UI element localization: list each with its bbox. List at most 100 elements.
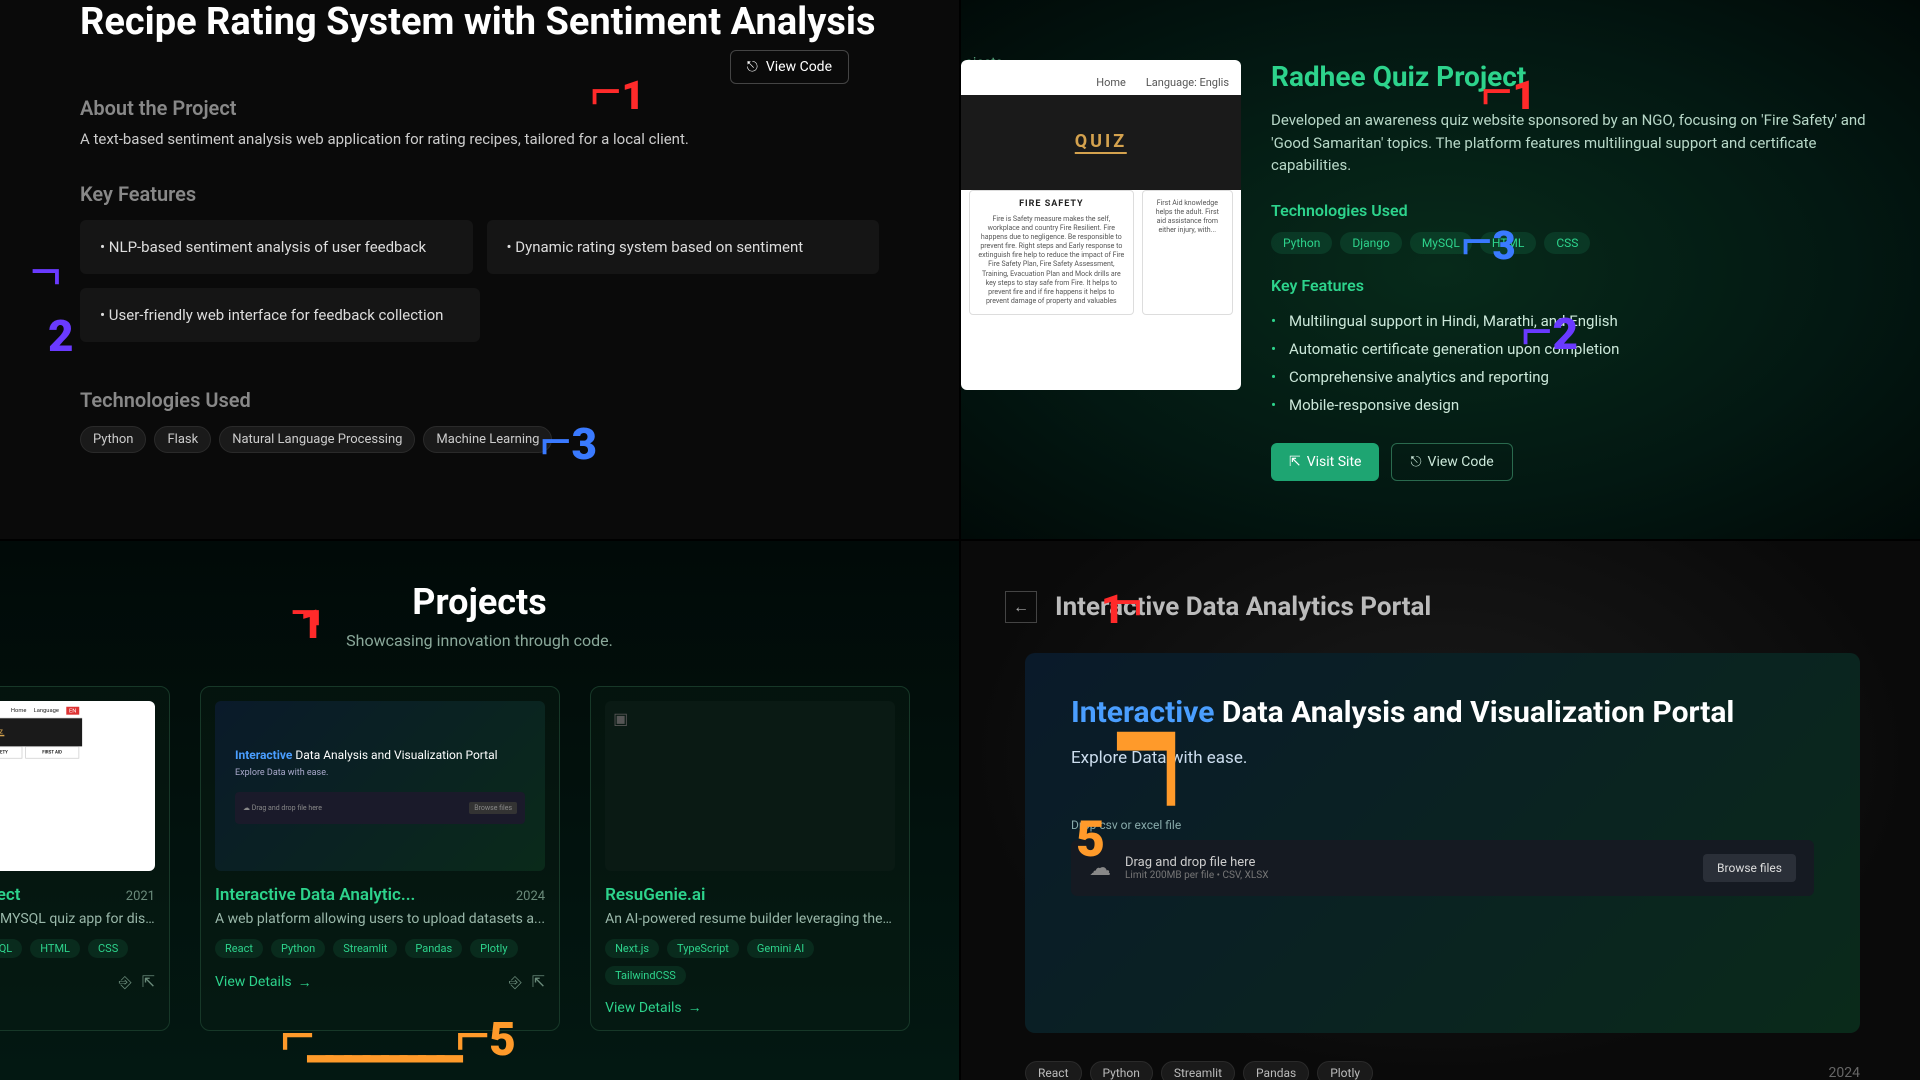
tech-tag: CSS bbox=[88, 939, 128, 958]
cloud-icon: ☁ bbox=[243, 804, 250, 812]
feature-item: User-friendly web interface for feedback… bbox=[80, 288, 480, 342]
tech-tag: CSS bbox=[1544, 232, 1590, 254]
tech-tag: HTML bbox=[1480, 232, 1537, 254]
github-icon[interactable]: ⎆ bbox=[509, 972, 522, 992]
tech-tag: Python bbox=[1090, 1061, 1153, 1080]
visit-site-button[interactable]: ⇱ Visit Site bbox=[1271, 443, 1379, 481]
tech-tag: Pandas bbox=[1243, 1061, 1309, 1080]
drop-main-text: Drag and drop file here bbox=[1125, 855, 1269, 870]
tech-tag: Streamlit bbox=[1161, 1061, 1235, 1080]
tech-tag: MySQL bbox=[0, 939, 22, 958]
project-card[interactable]: ▣ ResuGenie.ai An AI-powered resume buil… bbox=[590, 686, 910, 1031]
thumb-hi: Interactive bbox=[235, 748, 292, 762]
feature-item: Multilingual support in Hindi, Marathi, … bbox=[1271, 307, 1880, 335]
tech-tag: Python bbox=[1271, 232, 1332, 254]
preview-nav-lang: Language: Englis bbox=[1146, 76, 1229, 89]
thumb-rest: Data Analysis and Visualization Portal bbox=[295, 748, 497, 762]
annotation-1-red: ⌐ bbox=[290, 581, 322, 644]
tech-tag: TailwindCSS bbox=[605, 966, 686, 985]
tech-tag: MySQL bbox=[1410, 232, 1472, 254]
hero-highlight: Interactive bbox=[1071, 695, 1214, 730]
github-icon[interactable]: ⎆ bbox=[119, 972, 132, 992]
preview-card-text: First Aid knowledge helps the adult. Fir… bbox=[1151, 199, 1224, 235]
code-icon: ⎋ bbox=[747, 59, 758, 75]
upload-label: Drop csv or excel file bbox=[1071, 818, 1814, 832]
preview-nav-home: Home bbox=[1096, 76, 1126, 89]
card-year: 2021 bbox=[126, 889, 155, 904]
preview-card-firstaid: First Aid knowledge helps the adult. Fir… bbox=[1142, 190, 1233, 315]
preview-card-title: FIRE SAFETY bbox=[978, 199, 1125, 209]
view-code-button[interactable]: ⎋ View Code bbox=[730, 50, 849, 84]
feature-item: Comprehensive analytics and reporting bbox=[1271, 363, 1880, 391]
preview-card-fire: FIRE SAFETY Fire is Safety measure makes… bbox=[969, 190, 1134, 315]
arrow-right-icon: → bbox=[298, 974, 312, 991]
project-preview-image: Home Language: Englis QUIZ FIRE SAFETY F… bbox=[961, 60, 1241, 390]
feature-item: Mobile-responsive design bbox=[1271, 391, 1880, 419]
broken-image-icon: ▣ bbox=[613, 709, 628, 728]
tech-tag: Python bbox=[271, 939, 325, 958]
hero-rest: Data Analysis and Visualization Portal bbox=[1222, 695, 1734, 730]
tech-tag: Plotly bbox=[470, 939, 517, 958]
project-thumb: HomeLanguageEN QUIZ GOOD SAMARITANFIRE S… bbox=[0, 701, 155, 871]
tech-tag: React bbox=[215, 939, 263, 958]
project-description: Developed an awareness quiz website spon… bbox=[1271, 109, 1880, 177]
tech-tag: Flask bbox=[154, 426, 211, 453]
key-features-heading: Key Features bbox=[1271, 276, 1880, 295]
cloud-upload-icon: ☁ bbox=[1089, 856, 1111, 881]
tech-tag: Pandas bbox=[405, 939, 462, 958]
feature-item: Automatic certificate generation upon co… bbox=[1271, 335, 1880, 363]
about-text: A text-based sentiment analysis web appl… bbox=[80, 130, 879, 148]
tech-tag: Gemini AI bbox=[747, 939, 814, 958]
annotation-2-purple-num: 2 bbox=[48, 310, 74, 362]
about-heading: About the Project bbox=[80, 96, 879, 120]
tech-tag: Next.js bbox=[605, 939, 659, 958]
project-title: Radhee Quiz Project bbox=[1271, 60, 1880, 93]
annotation-2-purple: ⌐ bbox=[30, 240, 62, 303]
technologies-heading: Technologies Used bbox=[1271, 201, 1880, 220]
tech-tag: Streamlit bbox=[333, 939, 397, 958]
project-card[interactable]: Interactive Data Analysis and Visualizat… bbox=[200, 686, 560, 1031]
feature-item: Dynamic rating system based on sentiment bbox=[487, 220, 880, 274]
tech-tag: React bbox=[1025, 1061, 1082, 1080]
annotation-1-red-num: 1 bbox=[300, 601, 323, 648]
code-label: View Code bbox=[1428, 454, 1494, 470]
project-card[interactable]: HomeLanguageEN QUIZ GOOD SAMARITANFIRE S… bbox=[0, 686, 170, 1031]
view-code-button[interactable]: ⎋ View Code bbox=[1391, 443, 1512, 481]
card-desc: An AI-powered resume builder leveraging … bbox=[605, 911, 895, 927]
feature-item: NLP-based sentiment analysis of user fee… bbox=[80, 220, 473, 274]
view-code-label: View Code bbox=[766, 59, 832, 75]
hero-preview: Interactive Data Analysis and Visualizat… bbox=[1025, 653, 1860, 1033]
tech-tag: Django bbox=[1340, 232, 1401, 254]
preview-quiz-logo: QUIZ bbox=[1075, 131, 1127, 154]
view-details-link[interactable]: View Details→ bbox=[605, 999, 702, 1016]
tech-tag: Python bbox=[80, 426, 146, 453]
browse-files-button[interactable]: Browse files bbox=[1703, 854, 1796, 882]
key-features-heading: Key Features bbox=[80, 182, 879, 206]
view-details-link[interactable]: View Details → bbox=[215, 974, 312, 991]
project-thumb: ▣ bbox=[605, 701, 895, 871]
thumb-sub: Explore Data with ease. bbox=[235, 768, 525, 778]
back-button[interactable]: ← bbox=[1005, 591, 1037, 623]
external-link-icon[interactable]: ⇱ bbox=[142, 972, 155, 992]
card-title: ee Quiz Project bbox=[0, 885, 20, 905]
code-icon: ⎋ bbox=[1410, 454, 1421, 470]
section-subtitle: Showcasing innovation through code. bbox=[346, 631, 613, 650]
card-year: 2024 bbox=[516, 889, 545, 904]
visit-label: Visit Site bbox=[1307, 454, 1362, 470]
drop-limit-text: Limit 200MB per file • CSV, XLSX bbox=[1125, 870, 1269, 881]
hero-subtitle: Explore Data with ease. bbox=[1071, 748, 1814, 768]
project-year: 2024 bbox=[1829, 1065, 1860, 1080]
card-title: Interactive Data Analytic... bbox=[215, 885, 415, 905]
arrow-right-icon: → bbox=[688, 999, 702, 1016]
thumb-browse: Browse files bbox=[469, 802, 517, 814]
thumb-dd: Drag and drop file here bbox=[252, 804, 322, 812]
tech-tag: TypeScript bbox=[667, 939, 739, 958]
tech-tag: Natural Language Processing bbox=[219, 426, 415, 453]
card-desc: A web platform allowing users to upload … bbox=[215, 911, 545, 927]
file-dropzone[interactable]: ☁ Drag and drop file here Limit 200MB pe… bbox=[1071, 840, 1814, 896]
view-details-label: View Details bbox=[215, 974, 292, 990]
arrow-left-icon: ← bbox=[1013, 597, 1029, 617]
page-title: Recipe Rating System with Sentiment Anal… bbox=[80, 0, 879, 46]
tech-tag: Machine Learning bbox=[423, 426, 552, 453]
external-link-icon[interactable]: ⇱ bbox=[532, 972, 545, 992]
